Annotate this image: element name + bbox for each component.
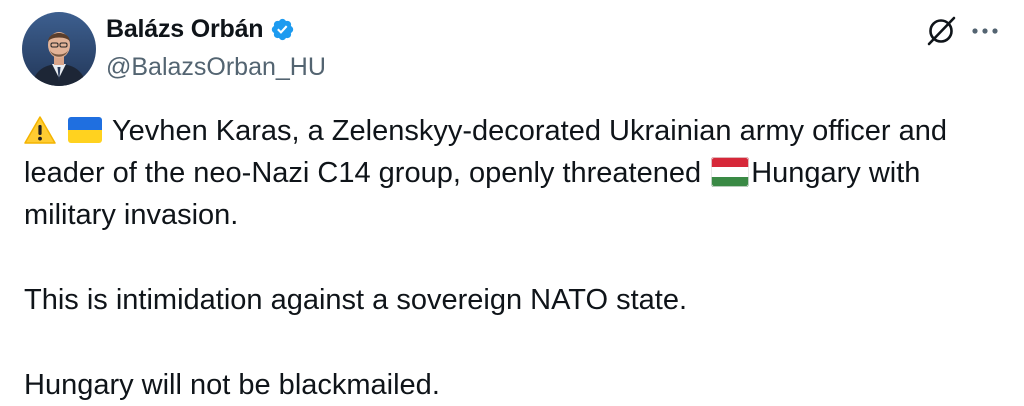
author-name-row[interactable]: Balázs Orbán: [106, 14, 295, 44]
tweet-line-1-text: Yevhen Karas, a Zelenskyy-decorated Ukra…: [112, 115, 947, 147]
tweet-text: Yevhen Karas, a Zelenskyy-decorated Ukra…: [24, 110, 1004, 406]
profile-photo: [22, 12, 96, 86]
tweet-paragraph-3: Hungary will not be blackmailed.: [24, 369, 440, 401]
tweet-line-3: military invasion.: [24, 199, 239, 231]
avatar[interactable]: [22, 12, 96, 86]
verified-badge-icon: [272, 18, 294, 40]
more-options-icon: [972, 28, 998, 34]
author-handle[interactable]: @BalazsOrban_HU: [106, 52, 326, 82]
grok-button[interactable]: [924, 14, 958, 48]
tweet-line-1: Yevhen Karas, a Zelenskyy-decorated Ukra…: [24, 110, 1004, 152]
tweet-line-2-text-a: leader of the neo-Nazi C14 group, openly…: [24, 157, 710, 189]
ukraine-flag-emoji: [68, 117, 102, 143]
hungary-flag-emoji: [711, 157, 750, 187]
display-name[interactable]: Balázs Orbán: [106, 14, 264, 44]
tweet-line-2: leader of the neo-Nazi C14 group, openly…: [24, 152, 1004, 194]
more-options-button[interactable]: [968, 16, 1002, 46]
tweet-line-2-text-b: Hungary with: [751, 157, 921, 189]
tweet-paragraph-2: This is intimidation against a sovereign…: [24, 284, 688, 316]
grok-icon: [927, 16, 956, 46]
warning-emoji: [24, 116, 56, 144]
tweet: Balázs Orbán @BalazsOrban_HU Yevhen Kara…: [0, 0, 1024, 406]
